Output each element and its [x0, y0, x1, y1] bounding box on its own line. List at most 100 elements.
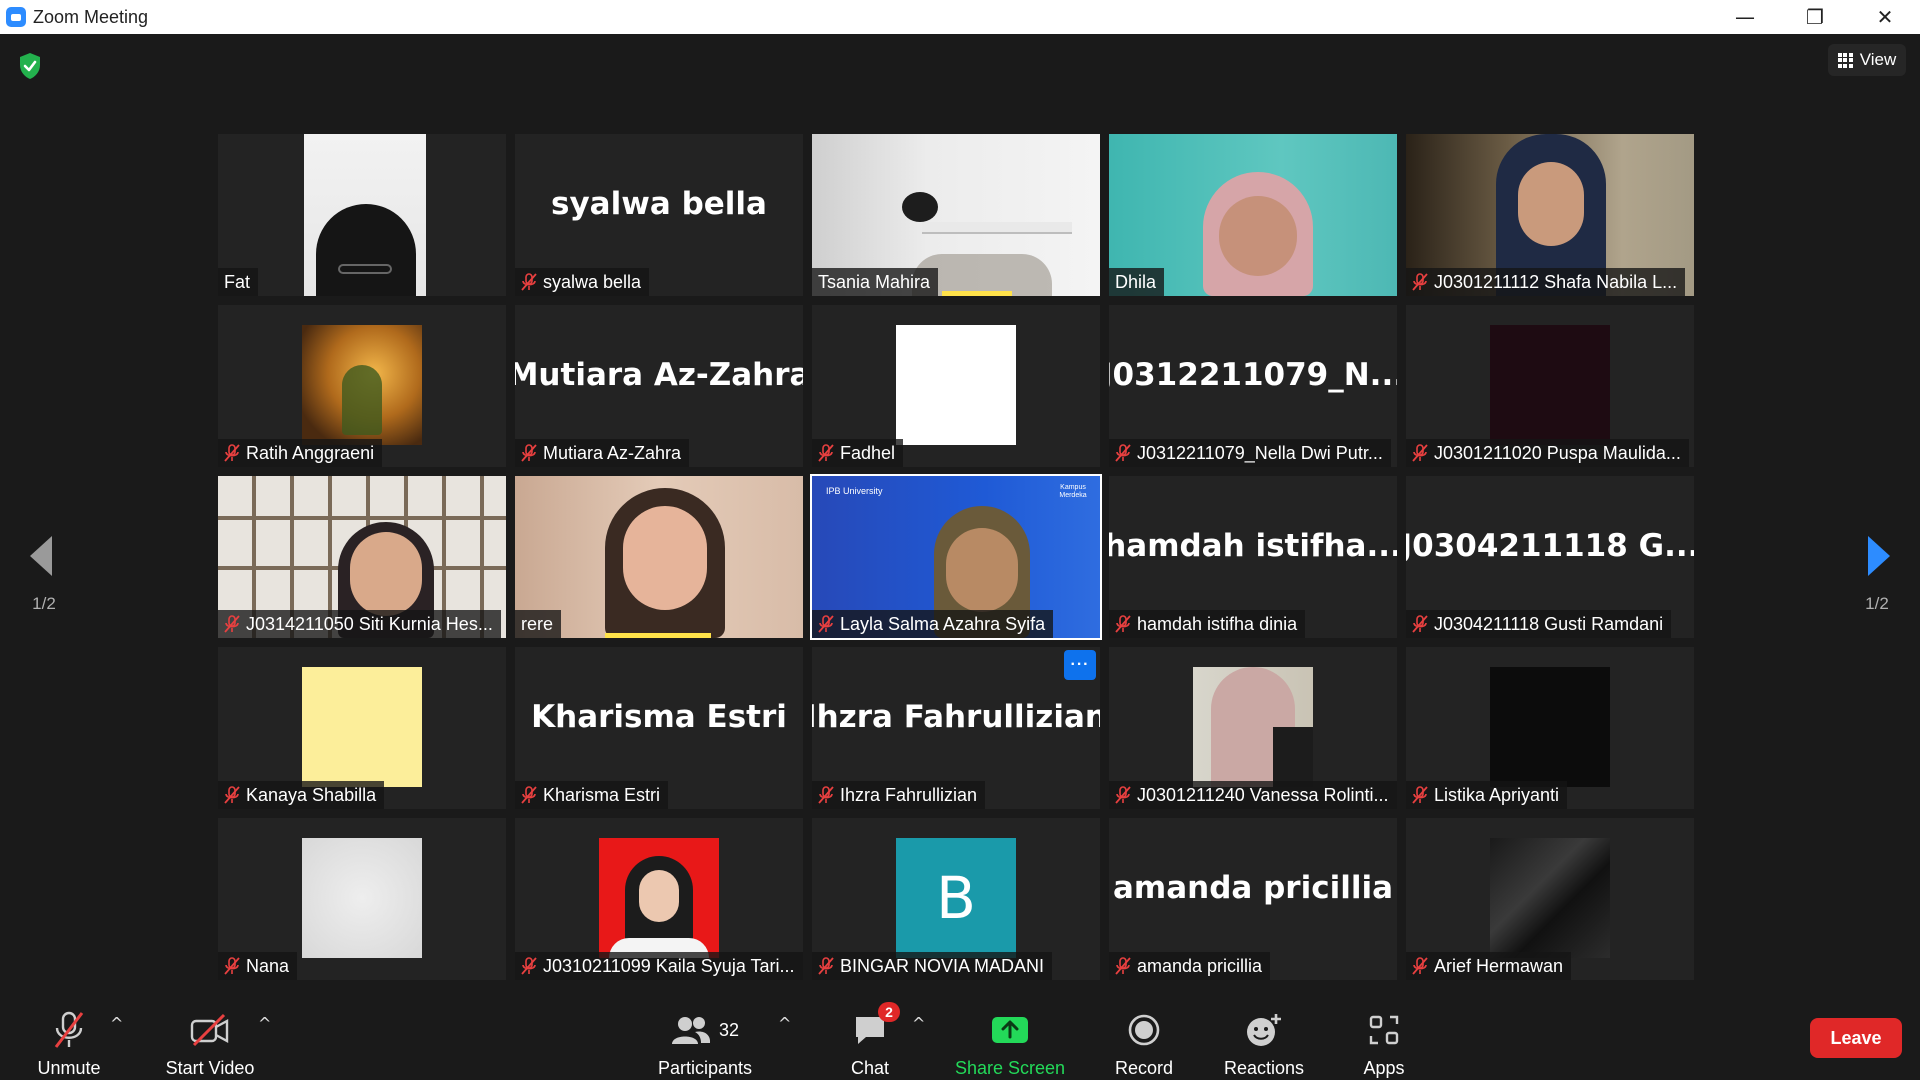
participant-tile-nella-dwi[interactable]: J0312211079_N... J0312211079_Nella Dwi P…	[1109, 305, 1397, 467]
shield-icon[interactable]	[18, 52, 42, 80]
participant-name: J0301211020 Puspa Maulida...	[1434, 442, 1681, 463]
restore-button[interactable]: ❐	[1780, 0, 1850, 34]
participant-display-name: amanda pricillia	[1112, 870, 1393, 906]
participant-display-name: Mutiara Az-Zahra	[515, 357, 803, 393]
close-button[interactable]: ✕	[1850, 0, 1920, 34]
muted-mic-icon	[224, 786, 240, 804]
participant-tile-syalwa-bella[interactable]: syalwa bella syalwa bella	[515, 134, 803, 296]
participant-tile-kharisma-estri[interactable]: Kharisma Estri Kharisma Estri	[515, 647, 803, 809]
participant-name-label: Fat	[218, 268, 259, 296]
muted-mic-icon	[818, 615, 834, 633]
muted-mic-icon	[1412, 444, 1428, 462]
leave-button[interactable]: Leave	[1810, 1018, 1902, 1058]
participant-tile-vanessa-rolinti[interactable]: J0301211240 Vanessa Rolinti...	[1109, 647, 1397, 809]
participant-name: Dhila	[1115, 271, 1157, 292]
chat-options-caret-icon[interactable]: ^	[912, 1014, 925, 1033]
unmute-button[interactable]: Unmute	[34, 1010, 104, 1079]
start-video-button[interactable]: Start Video	[160, 1010, 260, 1079]
participant-name: Fadhel	[840, 442, 896, 463]
participants-count: 32	[718, 1019, 740, 1040]
audio-options-caret-icon[interactable]: ^	[110, 1014, 123, 1033]
page-indicator-right: 1/2	[1865, 594, 1889, 613]
participant-name: syalwa bella	[543, 271, 642, 292]
minimize-button[interactable]: —	[1710, 0, 1780, 34]
record-button[interactable]: Record	[1106, 1010, 1182, 1079]
share-screen-label: Share Screen	[954, 1058, 1066, 1078]
page-indicator-left: 1/2	[32, 594, 56, 613]
participant-name: Ihzra Fahrullizian	[840, 784, 978, 805]
participant-tile-nana[interactable]: Nana	[218, 818, 506, 980]
participant-tile-puspa-maulida[interactable]: J0301211020 Puspa Maulida...	[1406, 305, 1694, 467]
participant-tile-ihzra-fahrullizian[interactable]: Ihzra Fahrullizian ··· Ihzra Fahrullizia…	[812, 647, 1100, 809]
profile-picture	[302, 838, 422, 958]
participant-name-label: J0310211099 Kaila Syuja Tari...	[515, 952, 803, 980]
participant-tile-ratih-anggraeni[interactable]: Ratih Anggraeni	[218, 305, 506, 467]
video-options-caret-icon[interactable]: ^	[258, 1014, 271, 1033]
participant-name-label: J0301211020 Puspa Maulida...	[1406, 439, 1689, 467]
participant-name-label: Layla Salma Azahra Syifa	[812, 610, 1054, 638]
more-options-button[interactable]: ···	[1064, 650, 1096, 680]
participants-icon: 32	[671, 1010, 739, 1050]
participant-tile-tsania-mahira[interactable]: Tsania Mahira	[812, 134, 1100, 296]
previous-page-arrow-icon[interactable]	[28, 534, 54, 578]
participant-name: rere	[521, 613, 554, 634]
profile-picture	[599, 838, 719, 958]
participant-tile-amanda-pricillia[interactable]: amanda pricillia amanda pricillia	[1109, 818, 1397, 980]
share-screen-button[interactable]: Share Screen	[954, 1010, 1066, 1079]
participant-tile-fat[interactable]: Fat	[218, 134, 506, 296]
apps-button[interactable]: Apps	[1356, 1010, 1412, 1079]
share-screen-icon	[990, 1010, 1030, 1050]
muted-mic-icon	[1412, 786, 1428, 804]
next-page-arrow-icon[interactable]	[1866, 534, 1892, 578]
window-title: Zoom Meeting	[33, 6, 149, 27]
view-label: View	[1859, 50, 1897, 69]
participant-tile-rere[interactable]: rere	[515, 476, 803, 638]
muted-microphone-icon	[51, 1010, 87, 1050]
participant-tile-siti-kurnia[interactable]: J0314211050 Siti Kurnia Hes...	[218, 476, 506, 638]
unmute-label: Unmute	[37, 1058, 101, 1078]
participant-name-label: Kharisma Estri	[515, 781, 669, 809]
participant-tile-layla-salma[interactable]: IPB University Kampus Merdeka Layla Salm…	[810, 474, 1102, 640]
participant-name: amanda pricillia	[1137, 955, 1263, 976]
participant-name: Kharisma Estri	[543, 784, 661, 805]
participants-button[interactable]: 32 Participants	[652, 1010, 758, 1079]
chat-icon: 2	[852, 1002, 900, 1050]
participant-tile-arief-hermawan[interactable]: Arief Hermawan	[1406, 818, 1694, 980]
muted-mic-icon	[1412, 615, 1428, 633]
participant-name: Tsania Mahira	[818, 271, 931, 292]
video-off-icon	[190, 1010, 230, 1050]
muted-mic-icon	[1115, 615, 1131, 633]
profile-picture	[1490, 838, 1610, 958]
participant-tile-kanaya-shabilla[interactable]: Kanaya Shabilla	[218, 647, 506, 809]
profile-picture	[896, 325, 1016, 445]
participant-name: Arief Hermawan	[1434, 955, 1564, 976]
participant-tile-mutiara-az-zahra[interactable]: Mutiara Az-Zahra Mutiara Az-Zahra	[515, 305, 803, 467]
participant-name-label: J0304211118 Gusti Ramdani	[1406, 610, 1672, 638]
participants-options-caret-icon[interactable]: ^	[778, 1014, 791, 1033]
participant-display-name: hamdah istifha...	[1109, 528, 1397, 564]
view-button[interactable]: View	[1828, 44, 1906, 76]
participant-tile-dhila[interactable]: Dhila	[1109, 134, 1397, 296]
muted-mic-icon	[521, 273, 537, 291]
participant-tile-listika-apriyanti[interactable]: Listika Apriyanti	[1406, 647, 1694, 809]
participant-name: Kanaya Shabilla	[246, 784, 377, 805]
participant-tile-kaila-syuja[interactable]: J0310211099 Kaila Syuja Tari...	[515, 818, 803, 980]
participant-name: BINGAR NOVIA MADANI	[840, 955, 1045, 976]
apps-label: Apps	[1363, 1058, 1405, 1078]
shared-screen-text: IPB University	[826, 486, 883, 496]
participant-tile-fadhel[interactable]: Fadhel	[812, 305, 1100, 467]
reactions-icon	[1245, 1010, 1283, 1050]
participant-tile-gusti-ramdani[interactable]: J0304211118 G... J0304211118 Gusti Ramda…	[1406, 476, 1694, 638]
participant-tile-shafa-nabila[interactable]: J0301211112 Shafa Nabila L...	[1406, 134, 1694, 296]
title-bar: Zoom Meeting — ❐ ✕	[0, 0, 1920, 34]
participant-tile-hamdah-istifha[interactable]: hamdah istifha... hamdah istifha dinia	[1109, 476, 1397, 638]
muted-mic-icon	[521, 786, 537, 804]
reactions-button[interactable]: Reactions	[1222, 1010, 1306, 1079]
muted-mic-icon	[224, 444, 240, 462]
participant-name: J0301211240 Vanessa Rolinti...	[1137, 784, 1389, 805]
muted-mic-icon	[224, 615, 240, 633]
participant-tile-bingar-novia[interactable]: B BINGAR NOVIA MADANI	[812, 818, 1100, 980]
participant-name-label: Ratih Anggraeni	[218, 439, 383, 467]
chat-button[interactable]: 2 Chat	[844, 1002, 900, 1079]
muted-mic-icon	[224, 957, 240, 975]
